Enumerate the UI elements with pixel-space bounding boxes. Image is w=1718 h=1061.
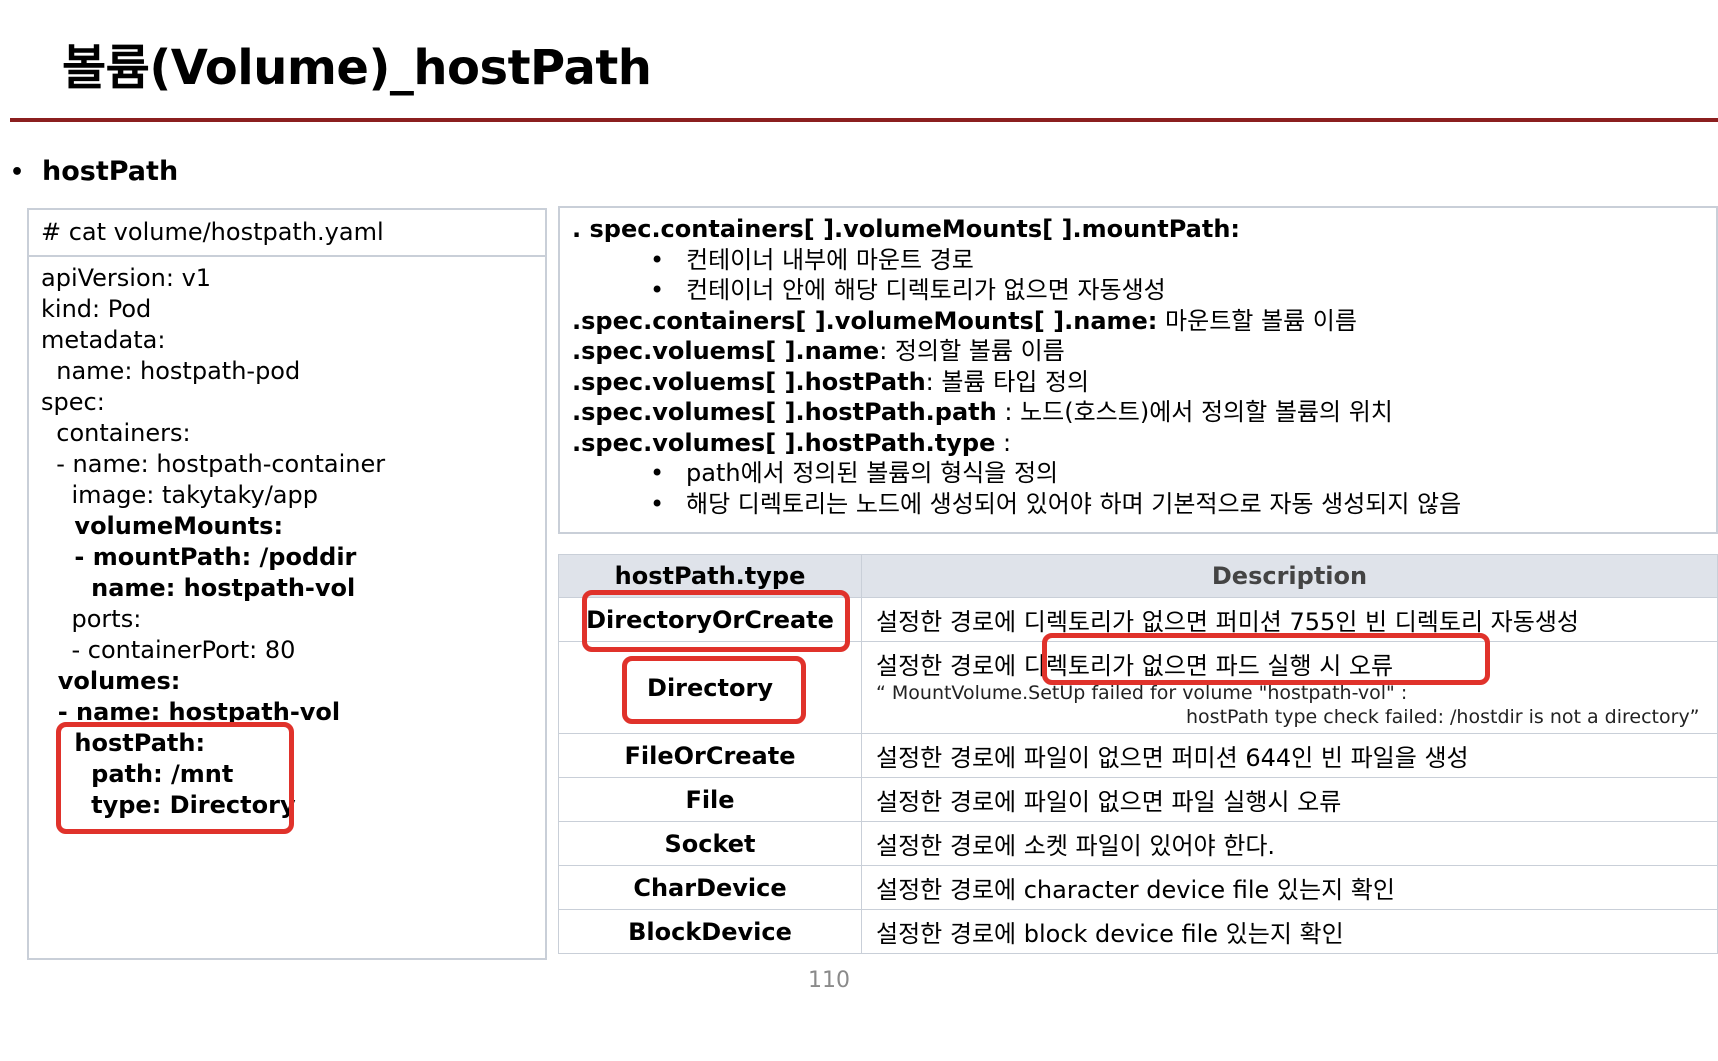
code-line: name: hostpath-vol bbox=[41, 574, 356, 602]
type-cell: CharDevice bbox=[558, 865, 862, 910]
desc-cell: 설정한 경로에 block device file 있는지 확인 bbox=[861, 909, 1718, 954]
code-line: metadata: bbox=[41, 326, 166, 354]
desc-cell: 설정한 경로에 소켓 파일이 있어야 한다. bbox=[861, 821, 1718, 866]
spec-line-mount-name: .spec.containers[ ].volumeMounts[ ].name… bbox=[572, 306, 1357, 335]
spec-description-panel: . spec.containers[ ].volumeMounts[ ].mou… bbox=[558, 206, 1718, 534]
page-number: 110 bbox=[808, 968, 850, 993]
error-message-line: hostPath type check failed: /hostdir is … bbox=[1186, 706, 1700, 728]
yaml-code-panel: # cat volume/hostpath.yaml apiVersion: v… bbox=[27, 208, 547, 960]
type-cell: BlockDevice bbox=[558, 909, 862, 954]
type-cell: File bbox=[558, 777, 862, 822]
spec-line-hostpath-path: .spec.volumes[ ].hostPath.path : 노드(호스트)… bbox=[572, 398, 1393, 426]
code-line: - mountPath: /poddir bbox=[41, 543, 357, 571]
spec-line-volume-name: .spec.voluems[ ].name: 정의할 볼륨 이름 bbox=[572, 337, 1065, 365]
spec-sub-item: 해당 디렉토리는 노드에 생성되어 있어야 하며 기본적으로 자동 생성되지 않… bbox=[572, 489, 1704, 520]
spec-sub-item: 컨테이너 안에 해당 디렉토리가 없으면 자동생성 bbox=[572, 275, 1704, 306]
error-text-highlight-box bbox=[1042, 633, 1490, 685]
column-header-description: Description bbox=[861, 554, 1718, 598]
spec-sub-item: 컨테이너 내부에 마운트 경로 bbox=[572, 245, 1704, 276]
code-line: apiVersion: v1 bbox=[41, 264, 212, 292]
code-line: name: hostpath-pod bbox=[41, 357, 301, 385]
table-row: CharDevice 설정한 경로에 character device file… bbox=[558, 865, 1718, 910]
code-line: - name: hostpath-container bbox=[41, 450, 386, 478]
code-line: volumeMounts: bbox=[41, 512, 284, 540]
desc-cell: 설정한 경로에 파일이 없으면 파일 실행시 오류 bbox=[861, 777, 1718, 822]
code-line: containers: bbox=[41, 419, 191, 447]
table-row: BlockDevice 설정한 경로에 block device file 있는… bbox=[558, 909, 1718, 954]
section-label: hostPath bbox=[42, 156, 179, 187]
title-divider bbox=[10, 118, 1718, 122]
table-row: Socket 설정한 경로에 소켓 파일이 있어야 한다. bbox=[558, 821, 1718, 866]
type-cell: Socket bbox=[558, 821, 862, 866]
bullet-icon: • bbox=[10, 159, 25, 185]
code-line: - containerPort: 80 bbox=[41, 636, 296, 664]
table-row: File 설정한 경로에 파일이 없으면 파일 실행시 오류 bbox=[558, 777, 1718, 822]
desc-cell: 설정한 경로에 character device file 있는지 확인 bbox=[861, 865, 1718, 910]
code-line: spec: bbox=[41, 388, 105, 416]
code-line: volumes: bbox=[41, 667, 181, 695]
spec-line-hostpath-type: .spec.volumes[ ].hostPath.type : bbox=[572, 428, 1012, 457]
code-line: ports: bbox=[41, 605, 142, 633]
page-title: 볼륨(Volume)_hostPath bbox=[62, 40, 652, 96]
spec-sub-item: path에서 정의된 볼륨의 형식을 정의 bbox=[572, 458, 1704, 489]
desc-cell: 설정한 경로에 파일이 없으면 퍼미션 644인 빈 파일을 생성 bbox=[861, 733, 1718, 778]
hostpath-highlight-box bbox=[56, 722, 294, 834]
code-line: kind: Pod bbox=[41, 295, 152, 323]
section-heading: • hostPath bbox=[10, 158, 178, 185]
directoryorcreate-highlight-box bbox=[582, 590, 850, 652]
directory-highlight-box bbox=[622, 656, 806, 724]
code-command: # cat volume/hostpath.yaml bbox=[29, 210, 545, 257]
spec-line-hostpath: .spec.voluems[ ].hostPath: 볼륨 타입 정의 bbox=[572, 367, 1090, 396]
code-line: image: takytaky/app bbox=[41, 481, 318, 509]
type-cell: FileOrCreate bbox=[558, 733, 862, 778]
spec-line-mountpath: . spec.containers[ ].volumeMounts[ ].mou… bbox=[572, 215, 1241, 243]
table-row: FileOrCreate 설정한 경로에 파일이 없으면 퍼미션 644인 빈 … bbox=[558, 733, 1718, 778]
